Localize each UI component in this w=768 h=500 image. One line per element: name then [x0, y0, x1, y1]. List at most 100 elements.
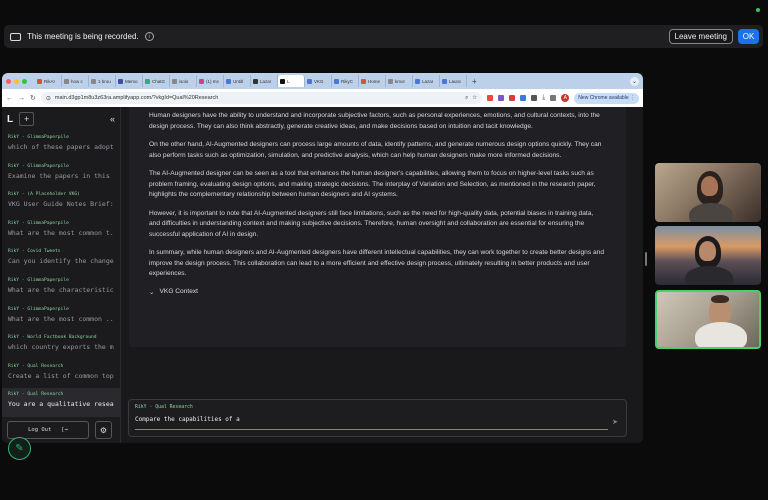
zoom-icon[interactable]: ⌕: [465, 95, 468, 102]
back-icon[interactable]: ←: [6, 95, 13, 102]
extensions-puzzle-icon[interactable]: [531, 95, 538, 101]
scrollbar-handle[interactable]: [645, 252, 647, 266]
browser-tab[interactable]: 1 brou: [89, 75, 116, 87]
vkg-context-toggle[interactable]: ⌄ VKG Context: [149, 288, 606, 296]
forward-icon[interactable]: →: [18, 95, 25, 102]
new-chrome-button[interactable]: New Chrome available ⋮: [574, 92, 639, 104]
history-category: RikY - Covid Tweets: [8, 249, 61, 255]
browser-tab[interactable]: Lazar: [251, 75, 278, 87]
answer-panel: Human designers have the ability to unde…: [129, 107, 626, 347]
extension-icon[interactable]: [498, 95, 505, 101]
url-text: main.d3gp1m8u3z63ra.amplifyapp.com/?vkgI…: [54, 95, 219, 101]
extension-icon[interactable]: [520, 95, 527, 101]
address-bar[interactable]: ⊙ main.d3gp1m8u3z63ra.amplifyapp.com/?vk…: [40, 92, 483, 104]
answer-paragraph: However, it is important to note that AI…: [149, 209, 594, 238]
browser-tab[interactable]: (1) Ins: [197, 75, 224, 87]
answer-paragraph: On the other hand, AI-Augmented designer…: [149, 141, 602, 159]
close-window-icon[interactable]: [6, 78, 11, 84]
history-item[interactable]: RikY - Qual Research Create a list of com…: [8, 360, 114, 389]
history-item[interactable]: RikY - GlimmaPaperpile which of these pap…: [8, 131, 114, 160]
history-list: RikY - GlimmaPaperpile which of these pap…: [2, 131, 120, 417]
browser-tab[interactable]: RikAI: [35, 75, 62, 87]
history-item[interactable]: RikY - GlimmaPaperpile Examine the papers…: [8, 160, 114, 189]
browser-tab[interactable]: Lazar: [413, 75, 440, 87]
browser-tab[interactable]: Home: [359, 75, 386, 87]
history-item[interactable]: RikY - GlimmaPaperpile What are the most …: [8, 217, 114, 246]
history-question: What are the characteristics ...: [8, 285, 114, 294]
minimize-window-icon[interactable]: [14, 78, 19, 84]
history-item[interactable]: RikY - (A Placeholder VKG) VKG User Guide…: [8, 188, 114, 217]
history-item[interactable]: RikY - World Factbook Background which co…: [8, 331, 114, 360]
tab-favicon-icon: [64, 78, 69, 84]
settings-button[interactable]: ⚙: [95, 421, 112, 439]
tab-favicon-icon: [172, 78, 177, 84]
browser-tab[interactable]: VKG: [305, 75, 332, 87]
leave-meeting-button[interactable]: Leave meeting: [668, 29, 733, 44]
browser-tab[interactable]: kmor: [386, 75, 413, 87]
tab-search-icon[interactable]: ⌄: [630, 76, 639, 86]
collapse-sidebar-icon[interactable]: «: [110, 114, 115, 124]
tab-favicon-icon: [145, 78, 150, 84]
history-item[interactable]: RikY - Covid Tweets Can you identify the …: [8, 245, 114, 274]
download-icon[interactable]: ⤓: [542, 94, 545, 102]
recording-text: This meeting is being recorded.: [27, 32, 139, 41]
history-item[interactable]: RikY - GlimmaPaperpile What are the most …: [8, 303, 114, 332]
browser-tab[interactable]: RikyC: [332, 75, 359, 87]
history-question: which country exports the m...: [8, 343, 114, 352]
browser-tab[interactable]: Untitl: [224, 75, 251, 87]
bookmark-star-icon[interactable]: ☆: [472, 95, 477, 101]
browser-tab[interactable]: Memo: [116, 75, 143, 87]
tab-label: Home: [368, 78, 381, 84]
tab-label: VKG: [314, 78, 324, 84]
query-input-box[interactable]: RikY - Qual Research Compare the capabil…: [128, 399, 627, 437]
camera-indicator-icon: [756, 8, 760, 12]
extension-icon[interactable]: [487, 95, 494, 101]
tab-list: RikAI how c 1 brou Memo ChatG isolo (1) Ins Unt…: [35, 75, 467, 87]
reload-icon[interactable]: ↻: [30, 94, 36, 102]
query-input[interactable]: Compare the capabilities of a: [135, 416, 620, 423]
pencil-icon[interactable]: ✎: [8, 437, 31, 460]
new-tab-icon[interactable]: +: [472, 77, 477, 86]
navigation-bar: ← → ↻ ⊙ main.d3gp1m8u3z63ra.amplifyapp.c…: [2, 89, 643, 107]
tab-label: Lazar: [260, 78, 272, 84]
history-question: What are the most common ...: [8, 314, 114, 323]
browser-tab[interactable]: ChatG: [143, 75, 170, 87]
tab-label: RikAI: [44, 78, 55, 84]
chevron-down-icon: ⌄: [149, 288, 155, 296]
tab-favicon-icon: [226, 78, 231, 84]
extension-icon[interactable]: [509, 95, 516, 101]
window-controls: [6, 78, 27, 84]
vkg-context-label: VKG Context: [159, 288, 199, 295]
ok-button[interactable]: OK: [738, 29, 759, 44]
history-category: RikY - GlimmaPaperpile: [8, 306, 69, 312]
history-item[interactable]: RikY - Qual Research You are a qualitativ…: [2, 388, 120, 417]
site-info-icon[interactable]: ⊙: [46, 95, 51, 102]
history-question: which of these papers adopt...: [8, 143, 114, 151]
tab-label: Untitl: [233, 78, 244, 84]
input-category: RikY - Qual Research: [135, 405, 193, 410]
side-panel-icon[interactable]: [550, 95, 557, 101]
participant-video[interactable]: [655, 226, 761, 285]
browser-tab[interactable]: isolo: [170, 75, 197, 87]
tab-favicon-icon: [118, 78, 123, 84]
tab-favicon-icon: [280, 78, 285, 84]
recording-banner: This meeting is being recorded. i Leave …: [4, 25, 763, 48]
tab-favicon-icon: [361, 78, 366, 84]
profile-avatar[interactable]: A: [561, 94, 570, 102]
history-category: RikY - GlimmaPaperpile: [8, 220, 69, 226]
tab-favicon-icon: [442, 78, 447, 84]
tab-bar: RikAI how c 1 brou Memo ChatG isolo (1) Ins Unt…: [2, 73, 643, 89]
new-chat-button[interactable]: +: [19, 112, 35, 126]
browser-tab[interactable]: how c: [62, 75, 89, 87]
maximize-window-icon[interactable]: [22, 78, 27, 84]
history-category: RikY - GlimmaPaperpile: [8, 277, 69, 283]
info-icon[interactable]: i: [144, 32, 154, 41]
participant-video[interactable]: [655, 163, 761, 222]
browser-tab[interactable]: L: [278, 75, 305, 87]
browser-tab[interactable]: Launc: [440, 75, 467, 87]
send-icon[interactable]: ➤: [612, 418, 618, 426]
participant-video-active-speaker[interactable]: [655, 290, 761, 349]
tab-favicon-icon: [91, 78, 96, 84]
tab-label: Lazar: [422, 78, 434, 84]
history-item[interactable]: RikY - GlimmaPaperpile What are the chara…: [8, 274, 114, 303]
